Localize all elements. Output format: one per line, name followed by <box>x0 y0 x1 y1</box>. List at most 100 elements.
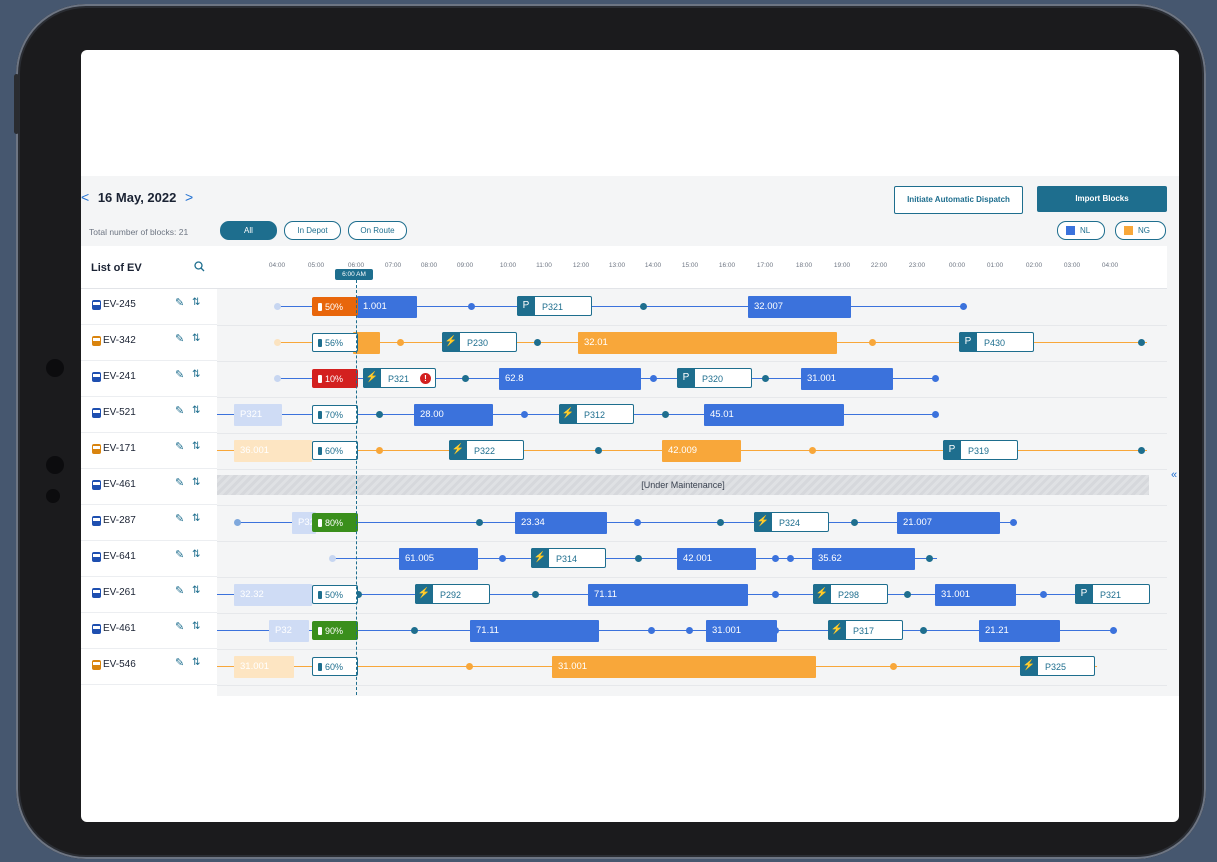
swap-icon[interactable]: ⇅ <box>192 441 200 452</box>
stop-dot[interactable] <box>650 375 657 382</box>
stop-dot[interactable] <box>1110 627 1117 634</box>
stop-dot[interactable] <box>640 303 647 310</box>
stop-dot[interactable] <box>595 447 602 454</box>
ev-list-item[interactable]: EV-261 ✎ ⇅ <box>81 576 217 613</box>
edit-icon[interactable]: ✎ <box>175 476 184 489</box>
route-block[interactable]: 61.005 <box>399 548 478 570</box>
edit-icon[interactable]: ✎ <box>175 332 184 345</box>
swap-icon[interactable]: ⇅ <box>192 585 200 596</box>
route-block[interactable]: 21.21 <box>979 620 1060 642</box>
swap-icon[interactable]: ⇅ <box>192 369 200 380</box>
stop-dot[interactable] <box>329 555 336 562</box>
swap-icon[interactable]: ⇅ <box>192 549 200 560</box>
stop-dot[interactable] <box>274 339 281 346</box>
ev-list-item[interactable]: EV-641 ✎ ⇅ <box>81 540 217 577</box>
import-blocks-button[interactable]: Import Blocks <box>1037 186 1167 212</box>
stop-dot[interactable] <box>376 447 383 454</box>
route-block[interactable]: 31.001 <box>706 620 777 642</box>
parking-block[interactable]: P P321 <box>517 296 592 316</box>
stop-dot[interactable] <box>462 375 469 382</box>
stop-dot[interactable] <box>762 375 769 382</box>
stop-dot[interactable] <box>635 555 642 562</box>
charger-block[interactable]: ⚡ P317 <box>828 620 903 640</box>
stop-dot[interactable] <box>1010 519 1017 526</box>
edit-icon[interactable]: ✎ <box>175 656 184 669</box>
legend-nl[interactable]: NL <box>1057 221 1105 240</box>
filter-in-depot[interactable]: In Depot <box>284 221 341 240</box>
swap-icon[interactable]: ⇅ <box>192 333 200 344</box>
route-block[interactable]: 42.001 <box>677 548 756 570</box>
charger-block[interactable]: ⚡ P292 <box>415 584 490 604</box>
stop-dot[interactable] <box>772 555 779 562</box>
stop-dot[interactable] <box>809 447 816 454</box>
stop-dot[interactable] <box>466 663 473 670</box>
route-block[interactable]: 28.00 <box>414 404 493 426</box>
route-block[interactable]: P32 <box>269 620 309 642</box>
stop-dot[interactable] <box>932 411 939 418</box>
initiate-dispatch-button[interactable]: Initiate Automatic Dispatch <box>894 186 1023 214</box>
stop-dot[interactable] <box>534 339 541 346</box>
route-block[interactable]: 71.11 <box>588 584 748 606</box>
route-block[interactable]: 31.001 <box>801 368 893 390</box>
prev-date-button[interactable]: < <box>81 189 89 205</box>
charger-block[interactable]: ⚡ P325 <box>1020 656 1095 676</box>
ev-list-item[interactable]: EV-245 ✎ ⇅ <box>81 288 217 325</box>
stop-dot[interactable] <box>476 519 483 526</box>
parking-block[interactable]: P P321 <box>1075 584 1150 604</box>
parking-block[interactable]: P P430 <box>959 332 1034 352</box>
stop-dot[interactable] <box>717 519 724 526</box>
stop-dot[interactable] <box>890 663 897 670</box>
route-block[interactable]: 31.001 <box>935 584 1016 606</box>
ev-list-item[interactable]: EV-342 ✎ ⇅ <box>81 324 217 361</box>
edit-icon[interactable]: ✎ <box>175 584 184 597</box>
charger-block[interactable]: ⚡ P230 <box>442 332 517 352</box>
parking-block[interactable]: P P320 <box>677 368 752 388</box>
collapse-icon[interactable]: « <box>1171 469 1177 481</box>
edit-icon[interactable]: ✎ <box>175 548 184 561</box>
charger-block[interactable]: ⚡ P324 <box>754 512 829 532</box>
stop-dot[interactable] <box>869 339 876 346</box>
stop-dot[interactable] <box>1138 447 1145 454</box>
stop-dot[interactable] <box>960 303 967 310</box>
charger-block[interactable]: ⚡ P314 <box>531 548 606 568</box>
stop-dot[interactable] <box>376 411 383 418</box>
route-block[interactable]: 1.001 <box>357 296 417 318</box>
stop-dot[interactable] <box>851 519 858 526</box>
edit-icon[interactable]: ✎ <box>175 296 184 309</box>
stop-dot[interactable] <box>1138 339 1145 346</box>
stop-dot[interactable] <box>521 411 528 418</box>
stop-dot[interactable] <box>468 303 475 310</box>
ev-list-item[interactable]: EV-461 ✎ ⇅ <box>81 468 217 505</box>
charger-block[interactable]: ⚡ P312 <box>559 404 634 424</box>
route-block[interactable]: 62.8 <box>499 368 641 390</box>
search-icon[interactable] <box>194 261 205 272</box>
route-block[interactable]: 42.009 <box>662 440 741 462</box>
route-block[interactable]: 32.007 <box>748 296 851 318</box>
stop-dot[interactable] <box>648 627 655 634</box>
swap-icon[interactable]: ⇅ <box>192 657 200 668</box>
stop-dot[interactable] <box>634 519 641 526</box>
edit-icon[interactable]: ✎ <box>175 404 184 417</box>
warning-icon[interactable]: ! <box>420 373 431 384</box>
edit-icon[interactable]: ✎ <box>175 440 184 453</box>
stop-dot[interactable] <box>532 591 539 598</box>
edit-icon[interactable]: ✎ <box>175 368 184 381</box>
stop-dot[interactable] <box>274 303 281 310</box>
stop-dot[interactable] <box>234 519 241 526</box>
ev-list-item[interactable]: EV-521 ✎ ⇅ <box>81 396 217 433</box>
parking-block[interactable]: P P319 <box>943 440 1018 460</box>
route-block[interactable]: 71.11 <box>470 620 599 642</box>
route-block[interactable]: 32.32 <box>234 584 312 606</box>
swap-icon[interactable]: ⇅ <box>192 477 200 488</box>
route-block[interactable]: 23.34 <box>515 512 607 534</box>
stop-dot[interactable] <box>274 375 281 382</box>
filter-all[interactable]: All <box>220 221 277 240</box>
route-block[interactable]: 32.01 <box>578 332 837 354</box>
stop-dot[interactable] <box>1040 591 1047 598</box>
ev-list-item[interactable]: EV-287 ✎ ⇅ <box>81 504 217 541</box>
swap-icon[interactable]: ⇅ <box>192 513 200 524</box>
swap-icon[interactable]: ⇅ <box>192 297 200 308</box>
route-block[interactable]: P321 <box>234 404 282 426</box>
stop-dot[interactable] <box>920 627 927 634</box>
stop-dot[interactable] <box>904 591 911 598</box>
